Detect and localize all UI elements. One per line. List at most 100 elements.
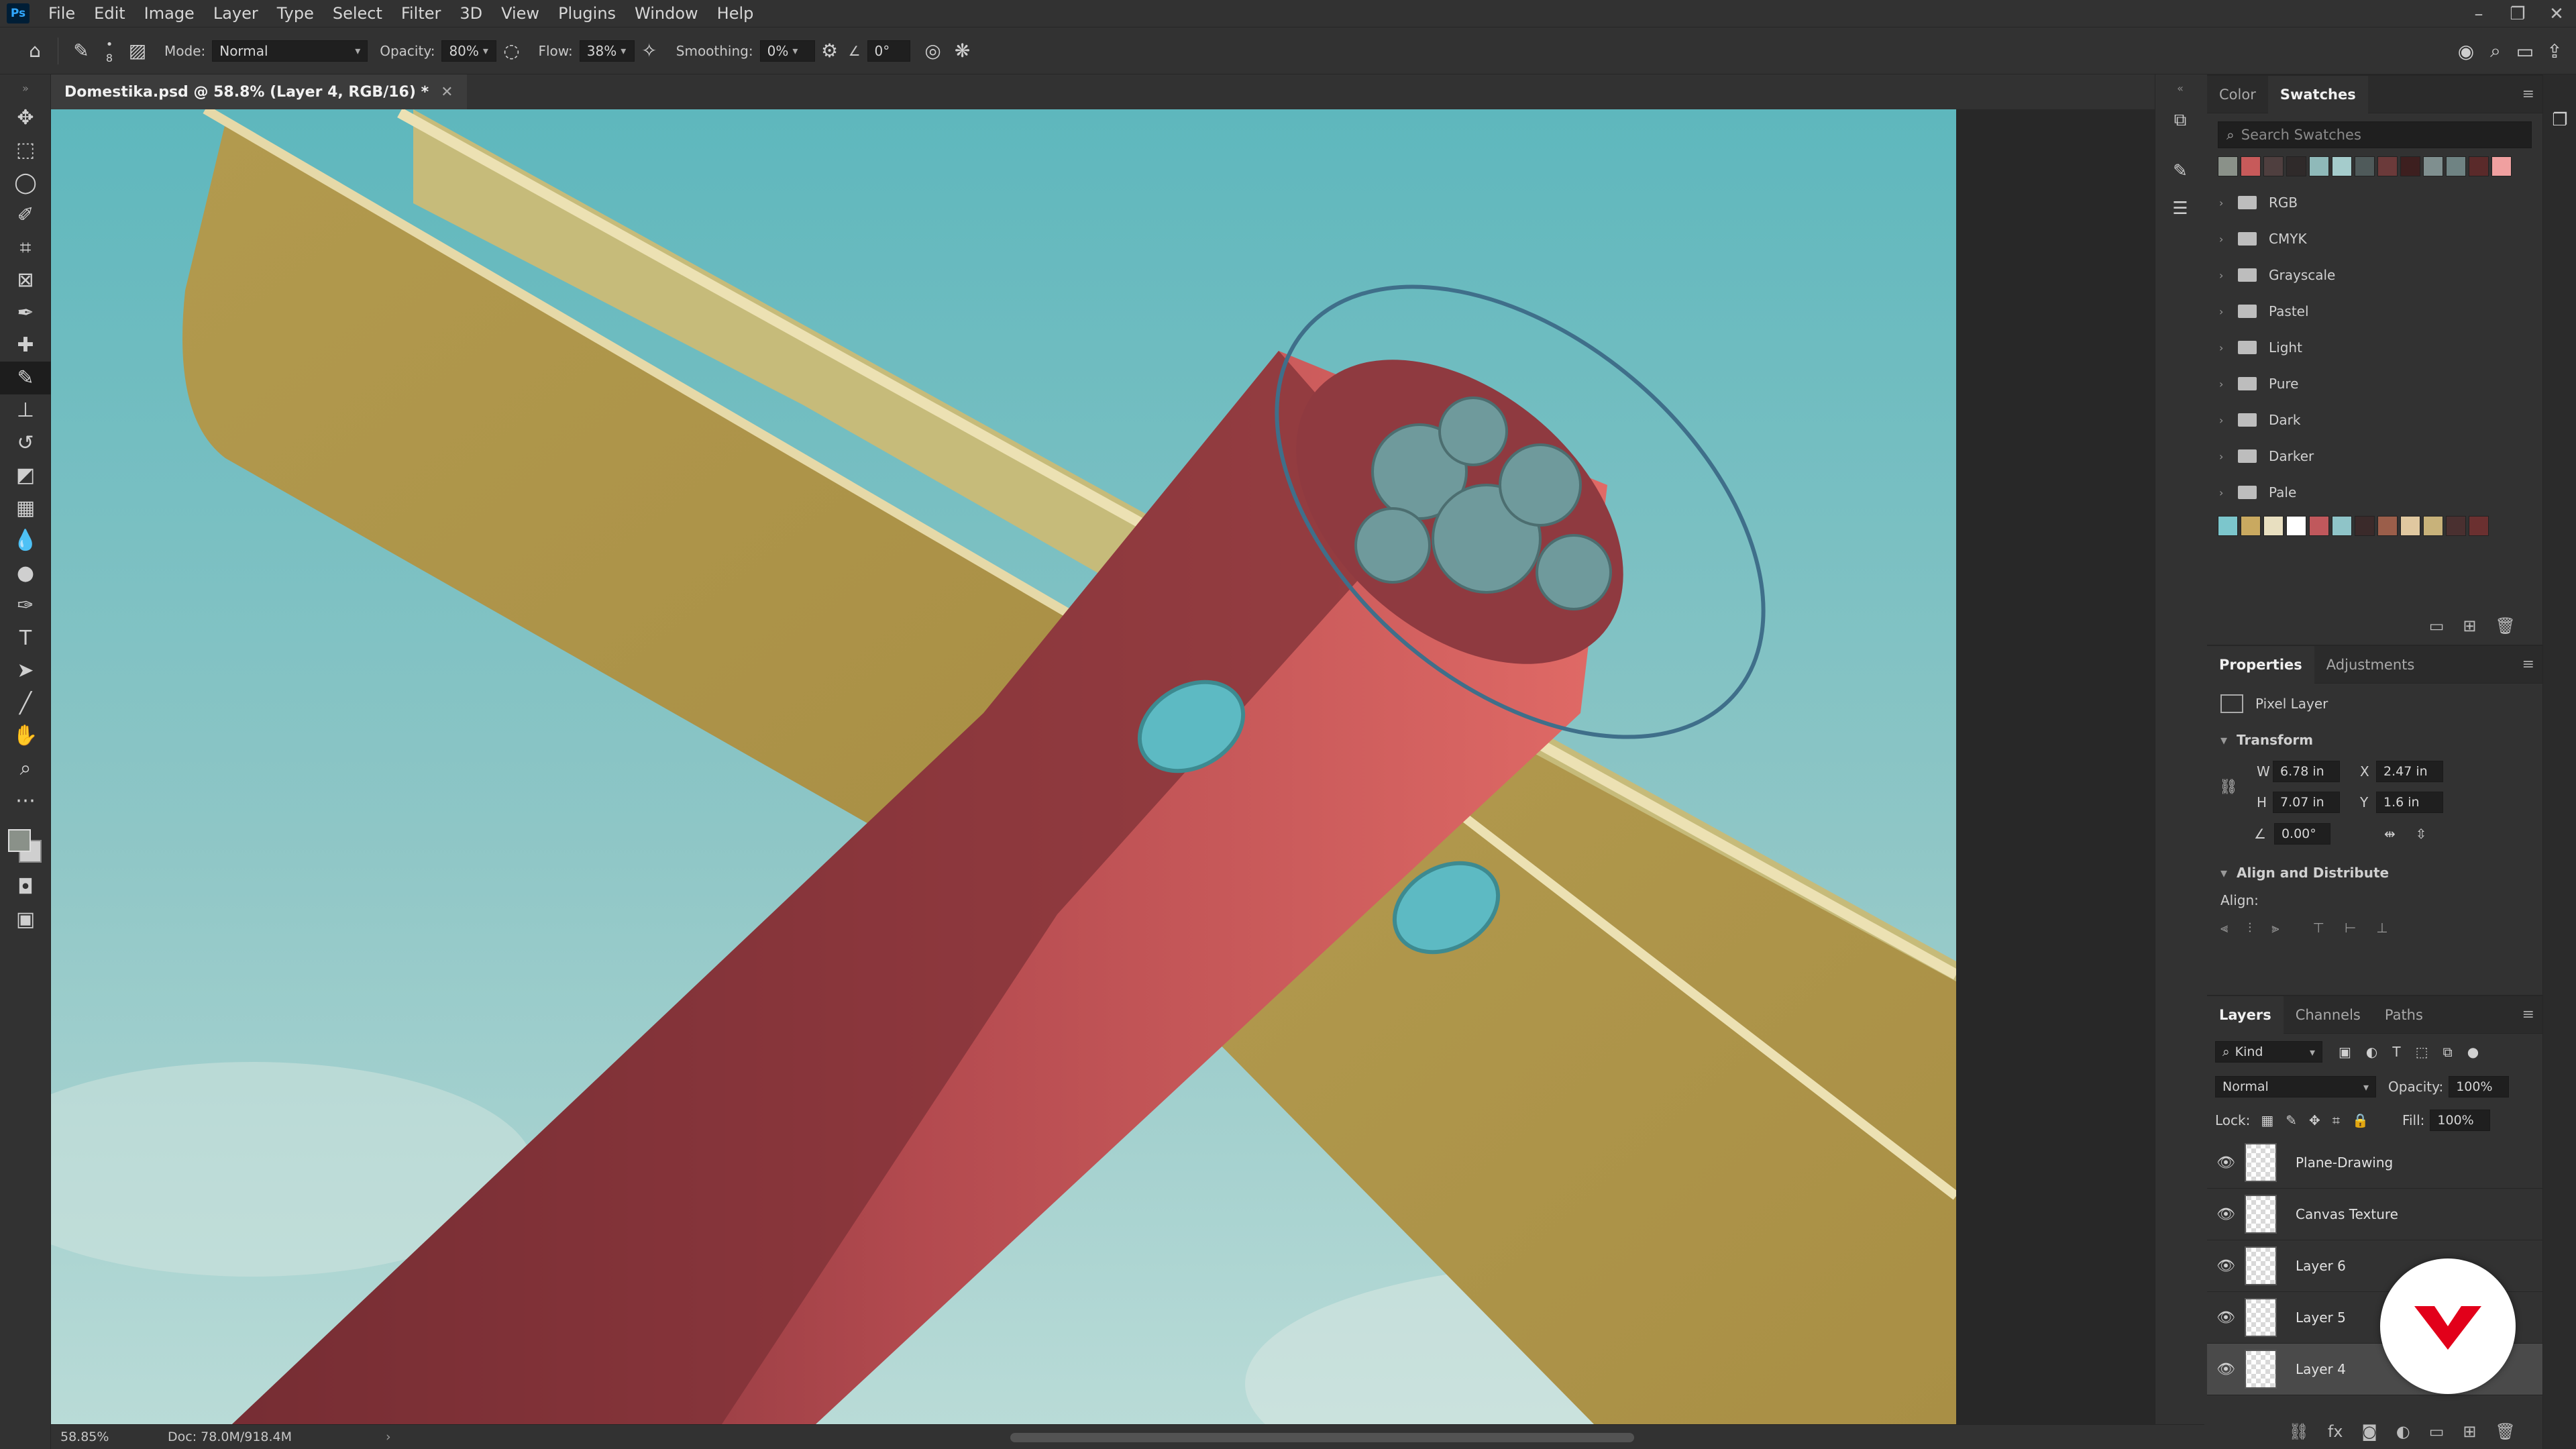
fx-icon[interactable]: fx	[2328, 1422, 2343, 1441]
learn-icon[interactable]: ◉	[2451, 36, 2481, 66]
tab-color[interactable]: Color	[2207, 76, 2268, 113]
line-tool-icon[interactable]: ╱	[0, 687, 51, 720]
align-left-icon[interactable]: ⫷	[2220, 920, 2228, 936]
gradient-tool-icon[interactable]: ▦	[0, 492, 51, 525]
trash-icon[interactable]: 🗑	[2496, 1422, 2516, 1441]
menu-select[interactable]: Select	[323, 4, 392, 23]
healing-tool-icon[interactable]: ✚	[0, 329, 51, 362]
filter-smart-icon[interactable]: ⧉	[2443, 1044, 2452, 1060]
menu-file[interactable]: File	[39, 4, 85, 23]
swatch-folder[interactable]: › Pure	[2207, 366, 2542, 402]
chevron-down-icon[interactable]: ▾	[2220, 865, 2227, 881]
add-mask-icon[interactable]: ◙	[2361, 1422, 2377, 1441]
eye-icon[interactable]: 👁	[2207, 1361, 2245, 1378]
foreground-color-swatch[interactable]	[8, 829, 31, 852]
lock-transparency-icon[interactable]: ▦	[2261, 1112, 2273, 1128]
swatch-folder[interactable]: › Darker	[2207, 438, 2542, 474]
filter-shape-icon[interactable]: ⬚	[2416, 1044, 2428, 1060]
lasso-tool-icon[interactable]: ◯	[0, 166, 51, 199]
search-icon[interactable]: ⌕	[2481, 36, 2510, 66]
close-icon[interactable]: ✕	[441, 84, 453, 101]
tab-adjustments[interactable]: Adjustments	[2314, 646, 2427, 684]
gear-icon[interactable]: ⚙	[815, 36, 845, 66]
color-swatch[interactable]	[2400, 156, 2420, 176]
history-panel-icon[interactable]: ⧉	[2155, 101, 2205, 139]
brush-size-picker[interactable]: • 8	[96, 38, 123, 64]
tab-channels[interactable]: Channels	[2284, 996, 2373, 1034]
color-swatch[interactable]	[2263, 156, 2284, 176]
chevron-right-icon[interactable]: ›	[2219, 269, 2234, 282]
eye-icon[interactable]: 👁	[2207, 1155, 2245, 1171]
move-tool-icon[interactable]: ✥	[0, 101, 51, 134]
brush-tool-icon[interactable]: ✎	[0, 362, 51, 394]
color-swatch[interactable]	[2469, 516, 2489, 536]
color-swatch[interactable]	[2377, 156, 2398, 176]
y-input[interactable]: 1.6 in	[2376, 792, 2443, 813]
color-swatch[interactable]	[2355, 156, 2375, 176]
new-swatch-icon[interactable]: ⊞	[2463, 616, 2476, 635]
menu-edit[interactable]: Edit	[85, 4, 134, 23]
height-input[interactable]: 7.07 in	[2273, 792, 2340, 813]
tab-properties[interactable]: Properties	[2207, 645, 2314, 684]
lock-artboard-icon[interactable]: ⌗	[2332, 1112, 2340, 1128]
home-icon[interactable]: ⌂	[20, 36, 50, 66]
color-swatch[interactable]	[2446, 516, 2466, 536]
swatch-folder[interactable]: › RGB	[2207, 184, 2542, 221]
menu-image[interactable]: Image	[135, 4, 204, 23]
minimize-button[interactable]: –	[2459, 0, 2498, 28]
menu-view[interactable]: View	[492, 4, 549, 23]
horizontal-scrollbar[interactable]	[1010, 1433, 1634, 1442]
color-swatch[interactable]	[2218, 516, 2238, 536]
eye-icon[interactable]: 👁	[2207, 1206, 2245, 1223]
layer-filter-select[interactable]: ⌕ Kind ▾	[2215, 1041, 2322, 1063]
eye-icon[interactable]: 👁	[2207, 1258, 2245, 1275]
brush-preset-icon[interactable]: ✎	[66, 36, 96, 66]
color-swatch[interactable]	[2218, 156, 2238, 176]
smoothing-input[interactable]: 0% ▾	[759, 40, 815, 62]
layer-row[interactable]: 👁 Plane-Drawing	[2207, 1137, 2542, 1189]
tab-layers[interactable]: Layers	[2207, 996, 2284, 1034]
filter-pixel-icon[interactable]: ▣	[2339, 1044, 2351, 1060]
marquee-tool-icon[interactable]: ⬚	[0, 134, 51, 167]
canvas-area[interactable]	[51, 109, 2204, 1424]
dodge-tool-icon[interactable]: ●	[0, 557, 51, 590]
artwork-canvas[interactable]	[51, 109, 1956, 1424]
panel-menu-icon[interactable]: ≡	[2522, 656, 2534, 673]
new-group-icon[interactable]: ▭	[2429, 1422, 2445, 1441]
type-tool-icon[interactable]: T	[0, 622, 51, 655]
menu-type[interactable]: Type	[268, 4, 323, 23]
new-group-icon[interactable]: ▭	[2429, 616, 2445, 635]
panel-menu-icon[interactable]: ≡	[2522, 86, 2534, 103]
chevron-right-icon[interactable]: ›	[2219, 233, 2234, 246]
swatch-folder[interactable]: › Light	[2207, 329, 2542, 366]
tab-paths[interactable]: Paths	[2373, 996, 2435, 1034]
chevron-right-icon[interactable]: ›	[2219, 378, 2234, 390]
chevron-right-icon[interactable]: ›	[386, 1430, 391, 1444]
color-swatch[interactable]	[2423, 516, 2443, 536]
chevron-right-icon[interactable]: ›	[2219, 450, 2234, 463]
x-input[interactable]: 2.47 in	[2376, 761, 2443, 782]
share-icon[interactable]: ⇪	[2540, 36, 2569, 66]
angle-input[interactable]: 0°	[867, 40, 910, 62]
swatch-folder[interactable]: › Pale	[2207, 474, 2542, 511]
more-tools-icon[interactable]: ⋯	[0, 785, 51, 818]
color-swatch[interactable]	[2286, 516, 2306, 536]
panels-collapse-icon[interactable]: «	[2155, 74, 2205, 101]
align-right-icon[interactable]: ⫸	[2271, 920, 2279, 936]
color-swatch[interactable]	[2309, 516, 2329, 536]
angle-input[interactable]: 0.00°	[2273, 823, 2330, 845]
flip-horizontal-icon[interactable]: ⇹	[2384, 826, 2396, 842]
color-swatch[interactable]	[2332, 156, 2352, 176]
align-top-icon[interactable]: ⊤	[2313, 920, 2324, 936]
document-tab[interactable]: Domestika.psd @ 58.8% (Layer 4, RGB/16) …	[51, 74, 467, 109]
zoom-level[interactable]: 58.85%	[60, 1430, 141, 1444]
blur-tool-icon[interactable]: 💧	[0, 525, 51, 557]
mode-select[interactable]: Normal ▾	[212, 40, 368, 62]
lock-pixels-icon[interactable]: ✎	[2286, 1112, 2297, 1128]
lock-all-icon[interactable]: 🔒	[2352, 1112, 2369, 1128]
link-icon[interactable]: ⛓	[2207, 756, 2250, 818]
swatch-folder[interactable]: › Pastel	[2207, 293, 2542, 329]
panel-menu-icon[interactable]: ≡	[2522, 1006, 2534, 1023]
color-swatch[interactable]	[2263, 516, 2284, 536]
color-swatch[interactable]	[2400, 516, 2420, 536]
